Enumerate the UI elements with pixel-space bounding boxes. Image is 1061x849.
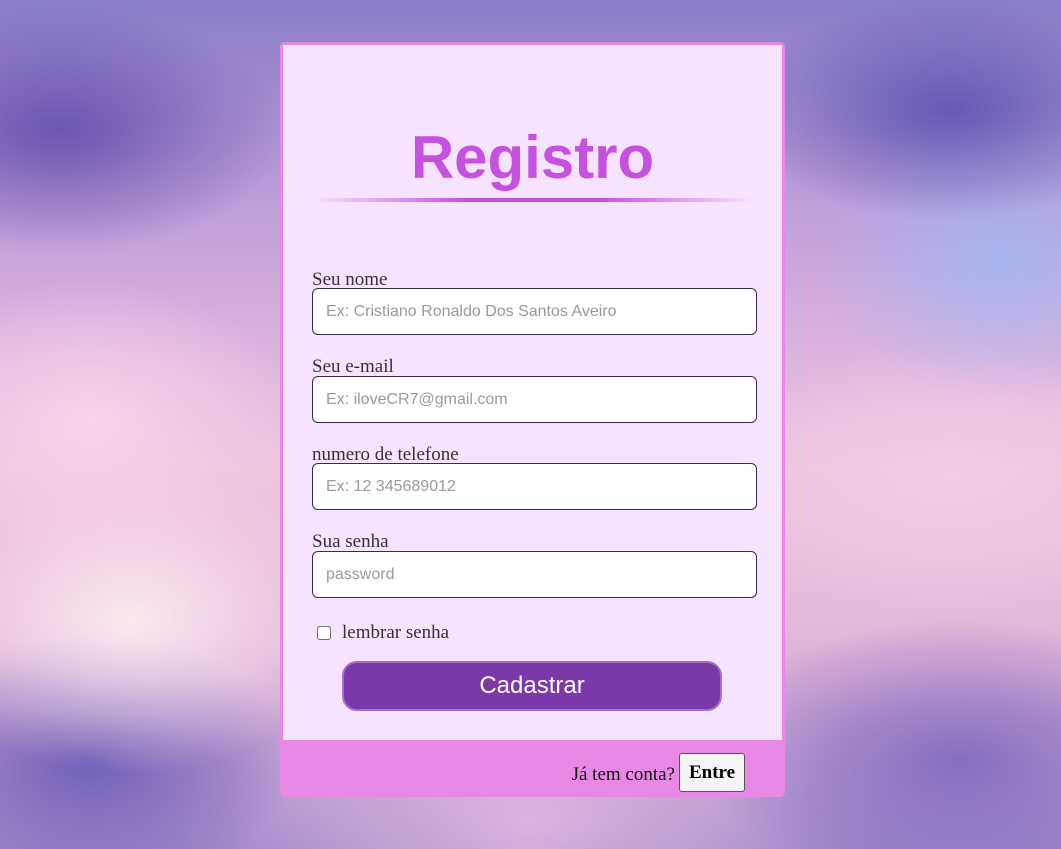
name-label: Seu nome	[312, 269, 388, 290]
password-label: Sua senha	[312, 531, 389, 552]
have-account-text: Já tem conta?	[571, 764, 675, 785]
register-button[interactable]: Cadastrar	[342, 661, 722, 711]
footer: Já tem conta? Entre	[283, 740, 782, 794]
remember-checkbox[interactable]	[317, 626, 331, 640]
register-card: Registro Seu nome Seu e-mail numero de t…	[280, 42, 785, 797]
phone-label: numero de telefone	[312, 444, 459, 465]
phone-input[interactable]	[312, 463, 757, 510]
title-underline	[313, 198, 753, 202]
remember-row: lembrar senha	[317, 622, 449, 644]
name-input[interactable]	[312, 288, 757, 335]
email-label: Seu e-mail	[312, 356, 394, 377]
page-title: Registro	[410, 124, 655, 191]
login-button[interactable]: Entre	[679, 753, 745, 792]
password-input[interactable]	[312, 551, 757, 598]
remember-label[interactable]: lembrar senha	[342, 622, 449, 644]
email-input[interactable]	[312, 376, 757, 423]
